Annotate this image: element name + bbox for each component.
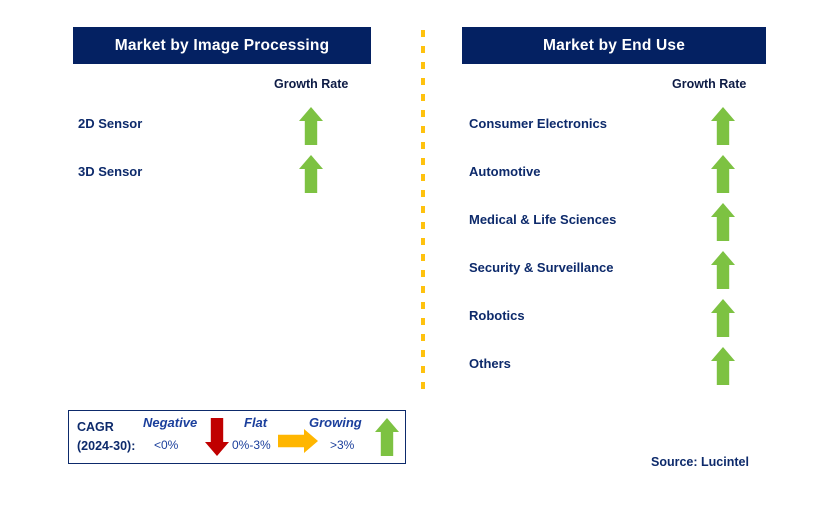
panel-title-end-use: Market by End Use <box>542 36 686 54</box>
list-item: Consumer Electronics <box>469 104 766 152</box>
legend-title-growing: Growing <box>309 415 362 430</box>
category-label: Automotive <box>469 164 541 179</box>
green-up-arrow-icon <box>298 154 324 194</box>
orange-right-arrow-icon <box>277 428 319 459</box>
cagr-legend-box: CAGR (2024-30): Negative <0% Flat 0%-3% … <box>68 410 406 464</box>
list-item: Others <box>469 344 766 392</box>
legend-cagr-line1: CAGR <box>77 420 114 434</box>
category-label: Security & Surveillance <box>469 260 614 275</box>
legend-value-negative: <0% <box>154 438 179 452</box>
list-item: Robotics <box>469 296 766 344</box>
legend-title-negative: Negative <box>143 415 198 430</box>
list-item: Security & Surveillance <box>469 248 766 296</box>
legend-value-flat: 0%-3% <box>232 438 271 452</box>
red-down-arrow-icon <box>204 417 230 462</box>
panel-title-image-processing: Market by Image Processing <box>114 36 330 54</box>
green-up-arrow-icon <box>710 250 736 290</box>
list-item: 3D Sensor <box>78 152 371 200</box>
list-item: Medical & Life Sciences <box>469 200 766 248</box>
panel-header-end-use: Market by End Use <box>462 27 766 64</box>
category-label: Medical & Life Sciences <box>469 212 617 227</box>
category-label: 3D Sensor <box>78 164 143 179</box>
vertical-dashed-divider <box>421 30 425 396</box>
legend-cagr-label: CAGR (2024-30): <box>77 418 135 456</box>
source-attribution: Source: Lucintel <box>651 455 749 469</box>
category-label: Consumer Electronics <box>469 116 607 131</box>
legend-value-growing: >3% <box>330 438 355 452</box>
panel-header-image-processing: Market by Image Processing <box>73 27 371 64</box>
legend-cagr-line2: (2024-30): <box>77 439 136 453</box>
infographic-canvas: Market by Image Processing Growth Rate 2… <box>0 0 829 522</box>
category-label: Robotics <box>469 308 525 323</box>
category-list-image-processing: 2D Sensor 3D Sensor <box>78 104 371 200</box>
green-up-arrow-icon <box>710 202 736 242</box>
growth-rate-label-left: Growth Rate <box>274 77 349 91</box>
green-up-arrow-icon <box>374 417 400 462</box>
green-up-arrow-icon <box>710 298 736 338</box>
list-item: Automotive <box>469 152 766 200</box>
growth-rate-label-right: Growth Rate <box>672 77 747 91</box>
list-item: 2D Sensor <box>78 104 371 152</box>
green-up-arrow-icon <box>710 346 736 386</box>
green-up-arrow-icon <box>710 154 736 194</box>
green-up-arrow-icon <box>710 106 736 146</box>
category-label: 2D Sensor <box>78 116 143 131</box>
legend-title-flat: Flat <box>244 415 268 430</box>
green-up-arrow-icon <box>298 106 324 146</box>
category-list-end-use: Consumer Electronics Automotive Medical … <box>469 104 766 392</box>
category-label: Others <box>469 356 511 371</box>
